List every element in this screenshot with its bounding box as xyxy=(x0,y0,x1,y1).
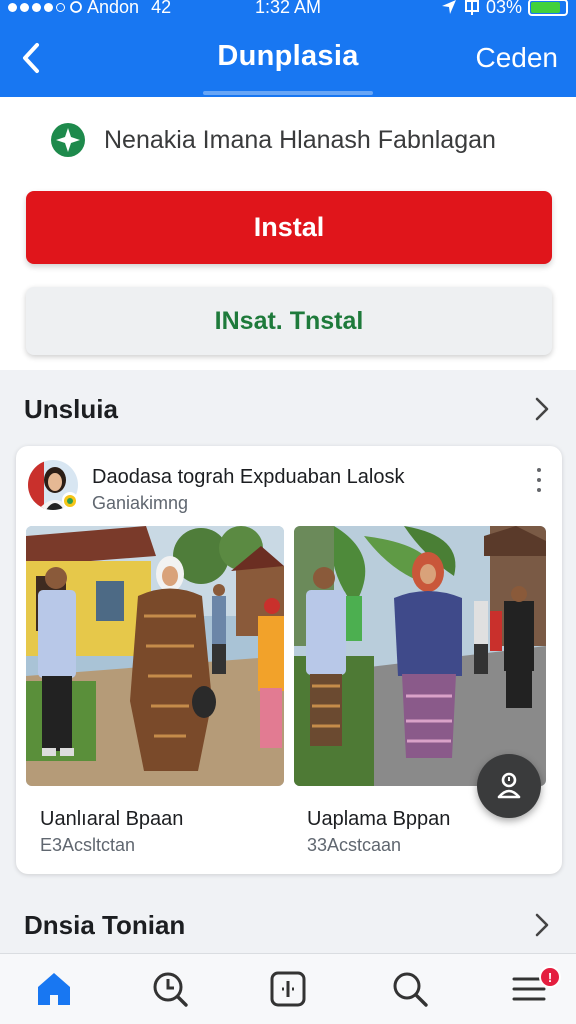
secondary-install-button[interactable]: INsat. Tnstal xyxy=(26,287,552,355)
post-title: Daodasa tograh Expduaban Lalosk xyxy=(92,466,405,488)
section-header-unsluia[interactable]: Unsluia xyxy=(24,389,552,429)
photo-1-caption: Uanlıaral Bpaan xyxy=(40,808,184,830)
app-row: Nenakia Imana Hlanash Fabnlagan xyxy=(50,121,496,159)
install-panel: Nenakia Imana Hlanash Fabnlagan Instal I… xyxy=(0,97,576,370)
status-right: 03% xyxy=(440,0,568,16)
floating-action-button[interactable] xyxy=(477,754,541,818)
status-bar: Andon 42 1:32 AM 03% xyxy=(0,0,576,20)
lock-rotation-icon xyxy=(464,0,479,15)
section-header-dnsia-tonian[interactable]: Dnsia Tonian xyxy=(24,905,552,945)
menu-notification-badge: ! xyxy=(539,966,561,988)
post-subtitle: Ganiakimng xyxy=(92,493,189,513)
location-arrow-icon xyxy=(441,0,456,14)
post-photo-2[interactable] xyxy=(294,526,546,786)
nav-create[interactable] xyxy=(265,966,311,1012)
nav-history[interactable] xyxy=(147,966,193,1012)
home-icon xyxy=(38,973,70,1005)
green-star-icon xyxy=(51,123,85,157)
title-underline xyxy=(203,91,373,95)
verified-badge-icon xyxy=(62,492,78,508)
post-photo-1[interactable] xyxy=(26,526,284,786)
add-square-icon xyxy=(270,971,306,1007)
battery-percent: 03% xyxy=(485,0,522,17)
photo-2-caption: Uaplama Bppan xyxy=(307,808,451,830)
chevron-right-icon xyxy=(535,913,549,937)
photo-1-subcaption: E3Acsltctan xyxy=(40,835,136,855)
user-alert-icon xyxy=(497,772,521,799)
section-title: Dnsia Tonian xyxy=(24,909,186,940)
section-title: Unsluia xyxy=(24,393,118,424)
app-name: Nenakia Imana Hlanash Fabnlagan xyxy=(104,125,496,154)
nav-search[interactable] xyxy=(387,966,433,1012)
clock-search-icon xyxy=(153,972,188,1007)
header-right-button[interactable]: Ceden xyxy=(475,42,558,74)
post-card: Daodasa tograh Expduaban Lalosk Ganiakim… xyxy=(16,446,562,874)
nav-home[interactable] xyxy=(31,966,77,1012)
install-button[interactable]: Instal xyxy=(26,191,552,264)
nav-row: Dunplasia Ceden xyxy=(0,30,576,88)
battery-icon xyxy=(528,0,568,16)
chevron-right-icon xyxy=(535,397,549,421)
photo-2-subcaption: 33Acstcaan xyxy=(307,835,402,855)
bottom-nav xyxy=(0,953,576,1024)
search-icon xyxy=(393,972,428,1007)
app-header: Andon 42 1:32 AM 03% Dunplasia Ceden xyxy=(0,0,576,97)
more-options-button[interactable] xyxy=(530,466,548,494)
